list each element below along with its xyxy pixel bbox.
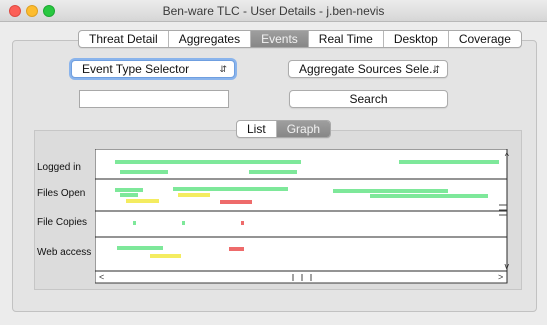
timeline-svg: < > ^ v [95,149,509,284]
tab-aggregates[interactable]: Aggregates [167,31,250,47]
tab-events[interactable]: Events [250,31,308,47]
search-input[interactable] [79,90,229,108]
view-list-button[interactable]: List [237,121,276,137]
event-bar-yellow [150,254,181,258]
view-toggle: List Graph [236,120,332,138]
scroll-left-icon[interactable]: < [99,272,104,282]
updown-arrows-icon: ⇵ [432,64,440,74]
tab-desktop[interactable]: Desktop [382,31,448,47]
updown-arrows-icon: ⇵ [219,64,227,74]
event-type-selector[interactable]: Event Type Selector ⇵ [71,60,235,78]
event-bar-red [229,247,244,251]
aggregate-sources-selector[interactable]: Aggregate Sources Sele... ⇵ [288,60,448,78]
row-label-logged-in: Logged in [37,162,81,173]
view-graph-button[interactable]: Graph [275,121,331,137]
event-bar-yellow [126,199,159,203]
event-mark-green [182,221,185,225]
tab-coverage[interactable]: Coverage [447,31,521,47]
event-type-selector-label: Event Type Selector [82,62,190,76]
tab-threat-detail[interactable]: Threat Detail [79,31,168,47]
event-bar-yellow [178,193,210,197]
scroll-right-icon[interactable]: > [498,272,503,282]
event-bar-green [115,188,143,192]
event-bar-green [120,193,138,197]
event-bar-green [333,189,448,193]
event-bar-green [117,246,163,250]
row-label-file-copies: File Copies [37,217,88,228]
event-bar-green [370,194,488,198]
row-label-files-open: Files Open [37,188,86,199]
event-bar-green [399,160,499,164]
event-bar-red [220,200,252,204]
window-title: Ben-ware TLC - User Details - j.ben-nevi… [162,4,385,18]
aggregate-sources-selector-label: Aggregate Sources Sele... [299,62,440,76]
plot-background [95,149,508,284]
row-label-web-access: Web access [37,247,92,258]
scroll-up-icon[interactable]: ^ [505,151,509,161]
title-bar: Ben-ware TLC - User Details - j.ben-nevi… [0,0,547,22]
event-timeline-plot[interactable]: < > ^ v [95,149,509,284]
event-bar-green [249,170,297,174]
event-bar-green [120,170,168,174]
tab-real-time[interactable]: Real Time [307,31,383,47]
event-mark-green [133,221,136,225]
event-bar-green [115,160,301,164]
main-tabs: Threat Detail Aggregates Events Real Tim… [78,30,522,48]
event-mark-red [241,221,244,225]
scroll-down-icon[interactable]: v [505,261,510,271]
search-button[interactable]: Search [289,90,448,108]
event-bar-green [173,187,288,191]
